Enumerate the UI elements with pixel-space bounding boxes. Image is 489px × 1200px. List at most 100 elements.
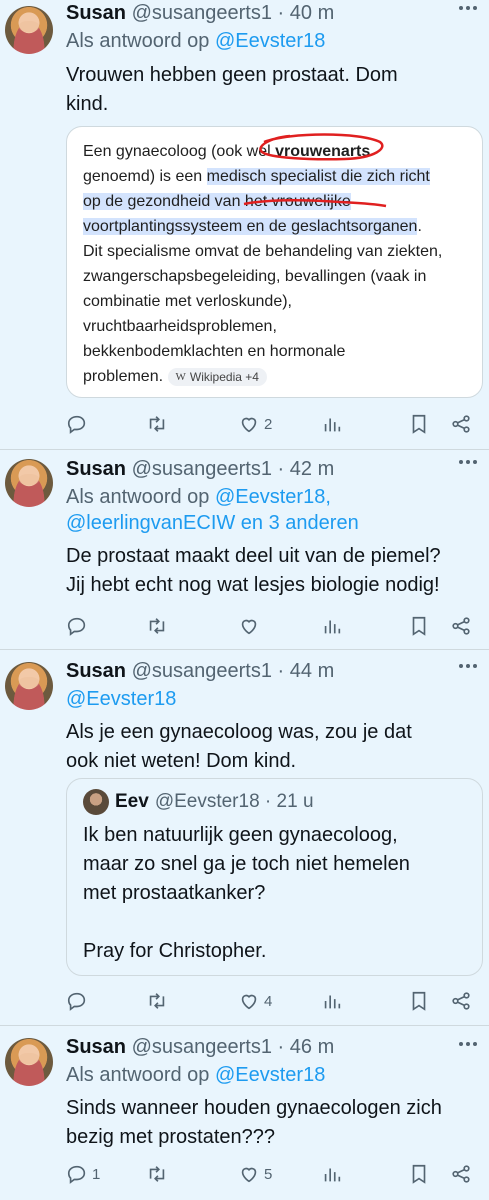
- retweet-button[interactable]: [146, 986, 172, 1016]
- quoted-tweet-header: Eev @Eevster18 · 21 u: [83, 789, 466, 815]
- highlighted-text: medisch specialist die zich richt: [206, 168, 430, 185]
- reply-button[interactable]: [66, 986, 92, 1016]
- tweet-text-line: Sinds wanneer houden gynaecologen zich: [66, 1097, 442, 1119]
- handle[interactable]: @susangeerts1: [132, 2, 272, 24]
- tweet[interactable]: Susan @susangeerts1 · 40 m Als antwoord …: [0, 0, 489, 450]
- mention-link[interactable]: @Eevster18: [66, 688, 176, 710]
- retweet-button[interactable]: [146, 1159, 172, 1189]
- separator: ·: [271, 458, 290, 480]
- image-text-line: op de gezondheid van het vrouwelijke: [83, 189, 466, 214]
- image-text-line: vruchtbaarheidsproblemen,: [83, 318, 277, 335]
- like-button[interactable]: 5: [238, 1159, 272, 1189]
- tweet-text-line: kind.: [66, 93, 109, 115]
- tweet[interactable]: Susan @susangeerts1 · 46 m Als antwoord …: [0, 1026, 489, 1200]
- retweet-button[interactable]: [146, 611, 172, 641]
- mention-link[interactable]: @Eevster18,: [215, 486, 331, 508]
- display-name[interactable]: Susan: [66, 660, 126, 682]
- tweet[interactable]: Susan @susangeerts1 · 44 m @Eevster18 Al…: [0, 650, 489, 1026]
- views-button[interactable]: [321, 1159, 343, 1189]
- tweet-header: Susan @susangeerts1 · 44 m: [66, 658, 481, 684]
- bookmark-button[interactable]: [408, 409, 430, 439]
- separator: ·: [271, 660, 290, 682]
- tweet[interactable]: Susan @susangeerts1 · 42 m Als antwoord …: [0, 450, 489, 650]
- display-name[interactable]: Susan: [66, 1036, 126, 1058]
- image-text: problemen.: [83, 368, 164, 385]
- tweet-actions: 1 5: [66, 1159, 475, 1189]
- quoted-text-line: Pray for Christopher.: [83, 940, 267, 962]
- like-button[interactable]: [238, 611, 264, 641]
- reply-button[interactable]: [66, 409, 92, 439]
- bookmark-button[interactable]: [408, 986, 430, 1016]
- wikipedia-icon: W: [175, 370, 186, 383]
- reply-icon: [67, 1165, 86, 1184]
- avatar[interactable]: [5, 459, 53, 507]
- share-button[interactable]: [450, 1159, 472, 1189]
- reply-context: Als antwoord op @Eevster18: [66, 28, 481, 54]
- bookmark-icon: [412, 414, 426, 434]
- bookmark-button[interactable]: [408, 611, 430, 641]
- quoted-tweet-text: Ik ben natuurlijk geen gynaecoloog, maar…: [83, 821, 466, 966]
- handle[interactable]: @susangeerts1: [132, 1036, 272, 1058]
- quoted-text-line: Ik ben natuurlijk geen gynaecoloog,: [83, 824, 398, 846]
- reply-prefix: Als antwoord op: [66, 486, 215, 508]
- bookmark-icon: [412, 1164, 426, 1184]
- handle[interactable]: @susangeerts1: [132, 660, 272, 682]
- image-text-line: Dit specialisme omvat de behandeling van…: [83, 243, 443, 260]
- like-button[interactable]: 2: [238, 409, 272, 439]
- bookmark-icon: [412, 616, 426, 636]
- avatar[interactable]: [5, 662, 53, 710]
- share-icon: [452, 415, 470, 433]
- views-button[interactable]: [321, 611, 343, 641]
- mention-link[interactable]: @Eevster18: [215, 30, 325, 52]
- tweet-text-line: Als je een gynaecoloog was, zou je dat: [66, 721, 412, 743]
- image-text-line: problemen. W Wikipedia +4: [83, 364, 466, 389]
- quoted-display-name: Eev: [115, 791, 149, 812]
- timestamp[interactable]: 40 m: [290, 2, 334, 24]
- like-button[interactable]: 4: [238, 986, 272, 1016]
- mention-link[interactable]: @Eevster18: [215, 1064, 325, 1086]
- image-text-line: bekkenbodemklachten en hormonale: [83, 343, 346, 360]
- tweet-actions: [66, 611, 475, 641]
- handle[interactable]: @susangeerts1: [132, 458, 272, 480]
- like-icon: [241, 417, 257, 433]
- views-icon: [324, 1168, 341, 1182]
- retweet-icon: [149, 1166, 165, 1182]
- share-button[interactable]: [450, 611, 472, 641]
- image-text-bold: vrouwenarts: [275, 143, 371, 160]
- tweet-text-line: Vrouwen hebben geen prostaat. Dom: [66, 64, 398, 86]
- views-button[interactable]: [321, 986, 343, 1016]
- like-icon: [241, 994, 257, 1010]
- views-button[interactable]: [321, 409, 343, 439]
- share-icon: [452, 1165, 470, 1183]
- reply-button[interactable]: [66, 611, 92, 641]
- reply-context-line: @leerlingvanECIW en 3 anderen: [66, 510, 481, 536]
- reply-context: Als antwoord op @Eevster18: [66, 1062, 481, 1088]
- quoted-tweet[interactable]: Eev @Eevster18 · 21 u Ik ben natuurlijk …: [66, 778, 483, 976]
- tweet-header: Susan @susangeerts1 · 42 m: [66, 456, 481, 482]
- source-chip-label: Wikipedia +4: [189, 369, 259, 384]
- avatar[interactable]: [5, 1038, 53, 1086]
- retweet-button[interactable]: [146, 409, 172, 439]
- display-name[interactable]: Susan: [66, 2, 126, 24]
- like-icon: [241, 619, 257, 635]
- reply-count: 1: [92, 1165, 101, 1183]
- share-button[interactable]: [450, 986, 472, 1016]
- timestamp[interactable]: 46 m: [290, 1036, 334, 1058]
- reply-button[interactable]: 1: [66, 1159, 100, 1189]
- attached-image[interactable]: Een gynaecoloog (ook wel vrouwenarts gen…: [66, 126, 483, 398]
- avatar[interactable]: [5, 6, 53, 54]
- highlighted-text: op de gezondheid van het vrouwelijke: [83, 193, 351, 210]
- separator: ·: [271, 1036, 290, 1058]
- reply-prefix: Als antwoord op: [66, 1064, 215, 1086]
- share-button[interactable]: [450, 409, 472, 439]
- timestamp[interactable]: 42 m: [290, 458, 334, 480]
- share-icon: [452, 992, 470, 1010]
- display-name[interactable]: Susan: [66, 458, 126, 480]
- timestamp[interactable]: 44 m: [290, 660, 334, 682]
- bookmark-icon: [412, 991, 426, 1011]
- separator: ·: [259, 791, 277, 812]
- like-count: 2: [264, 415, 273, 433]
- bookmark-button[interactable]: [408, 1159, 430, 1189]
- mention-link[interactable]: @leerlingvanECIW en 3 anderen: [66, 512, 359, 534]
- tweet-actions: 4: [66, 986, 475, 1016]
